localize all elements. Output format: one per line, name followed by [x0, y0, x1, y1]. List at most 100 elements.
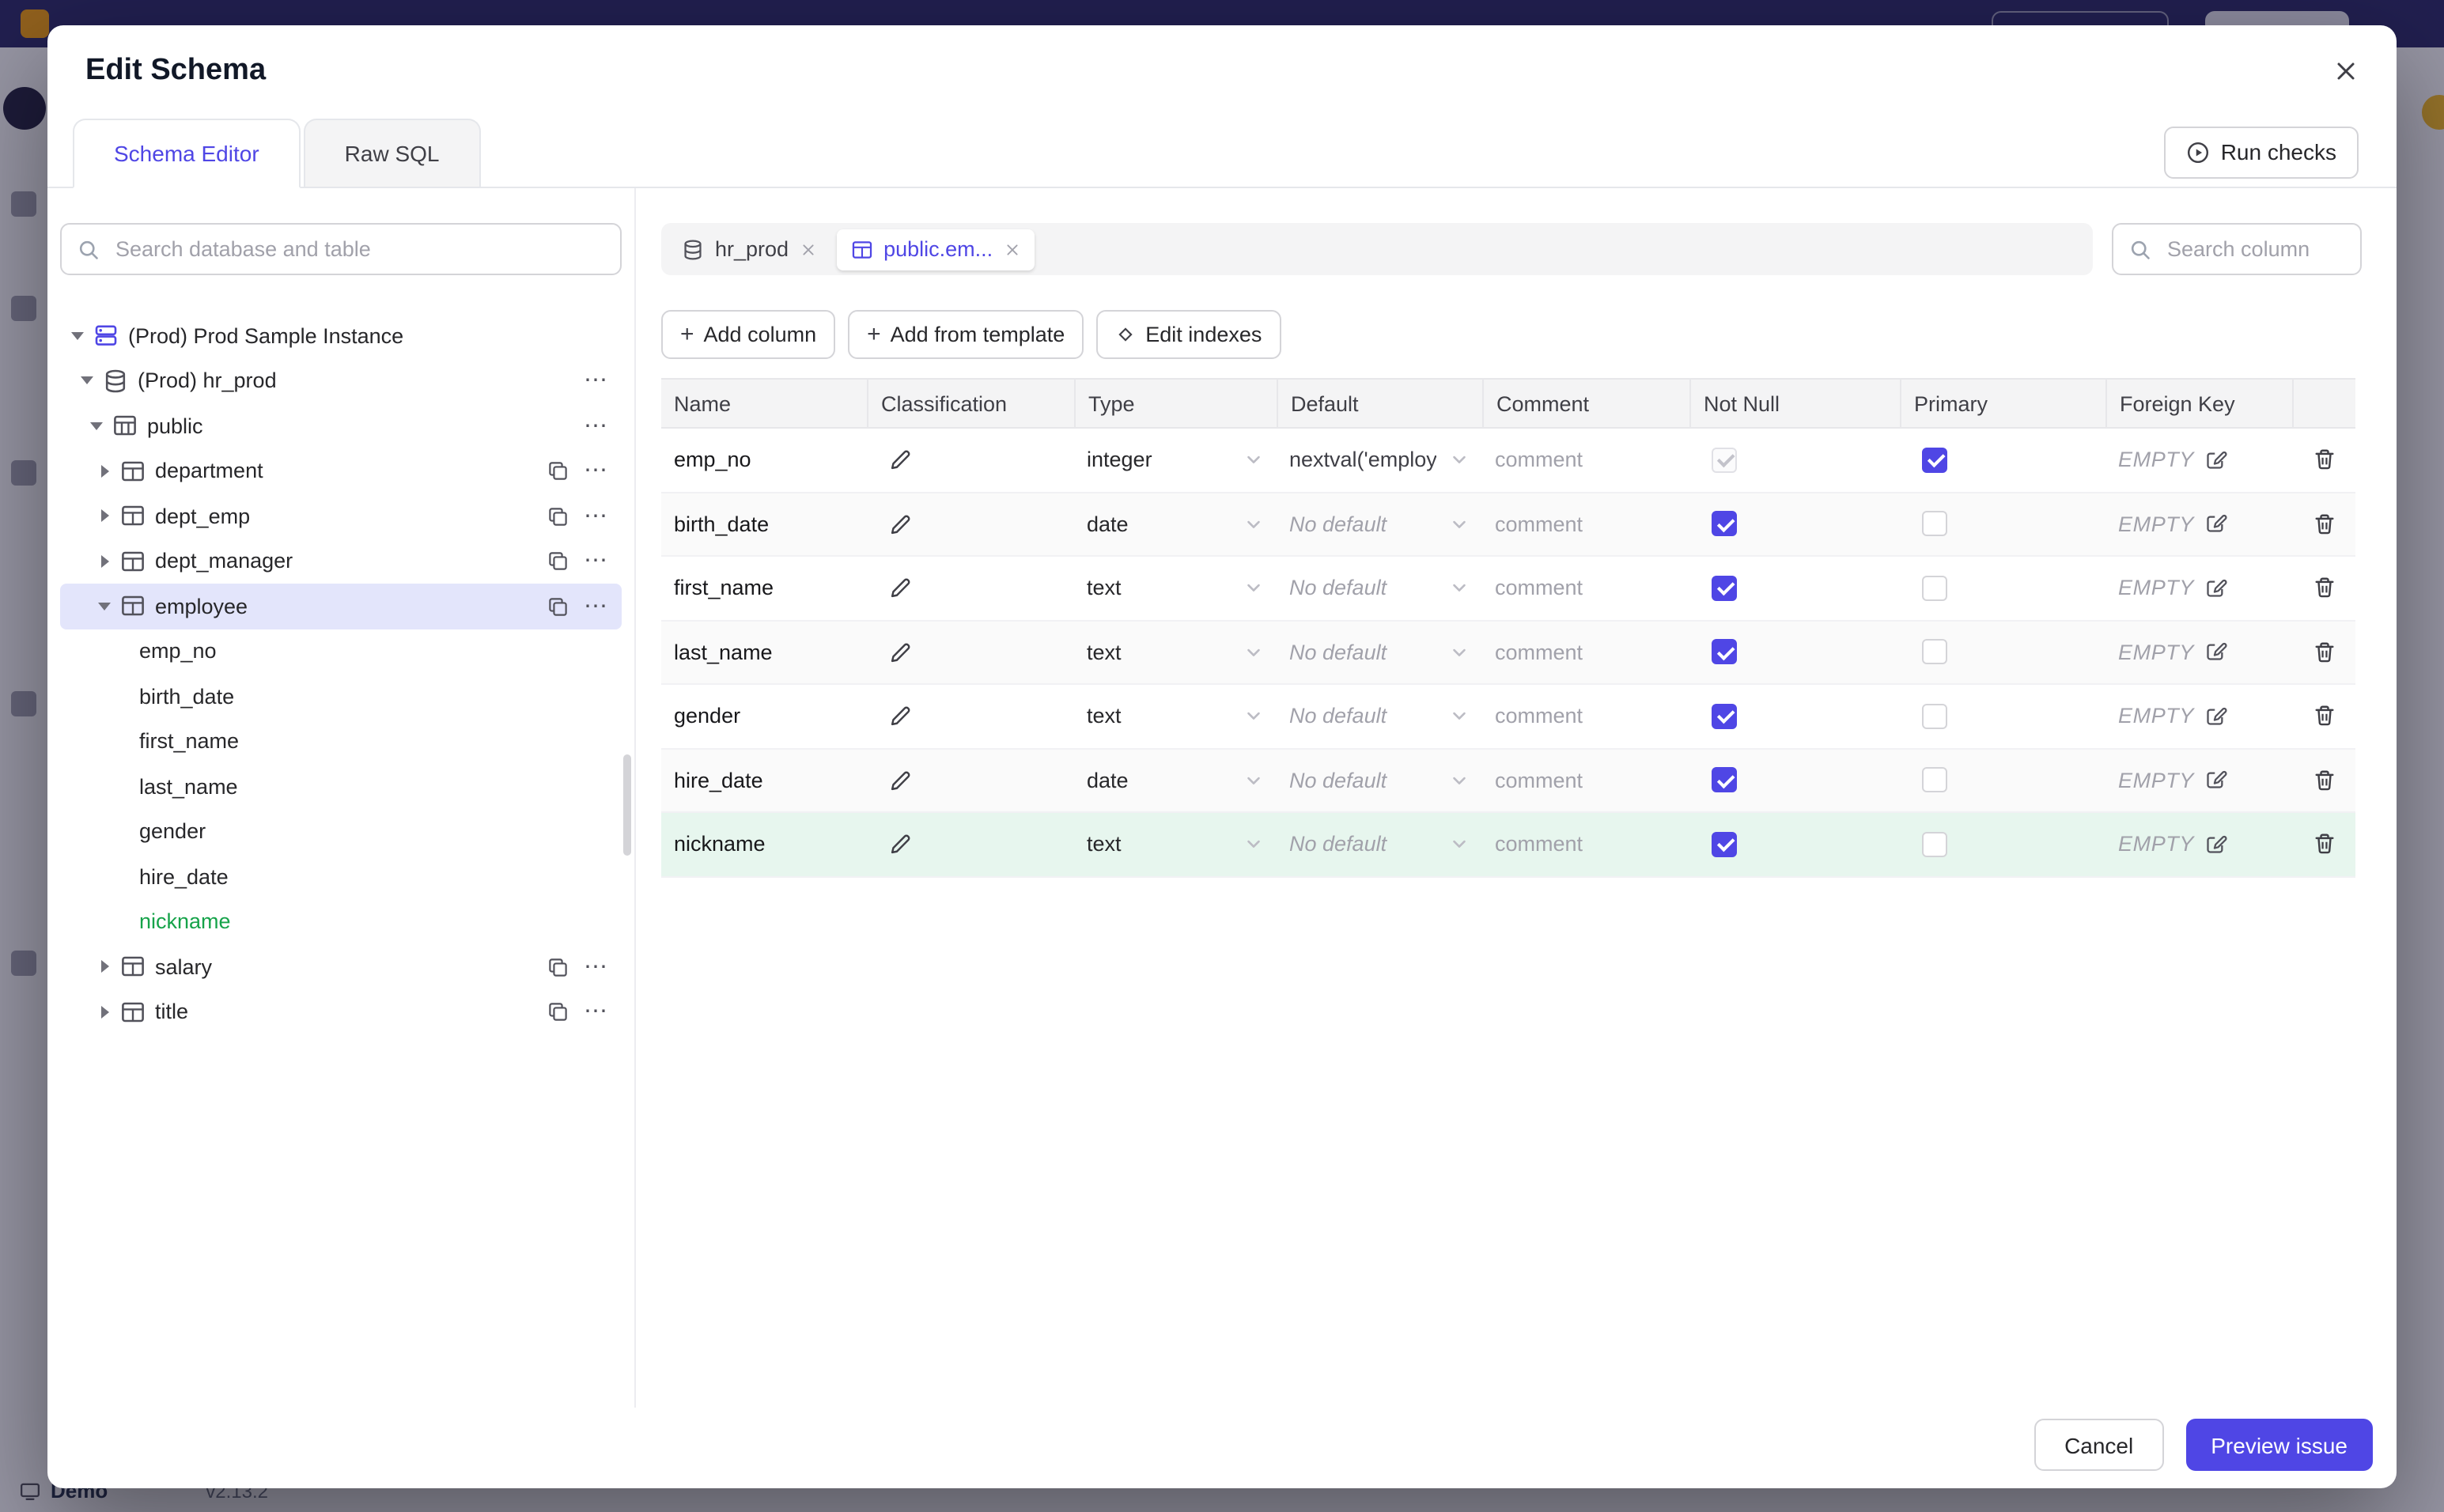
tree-node-column[interactable]: first_name: [60, 719, 622, 764]
tab-chip-table-active[interactable]: public.em...: [836, 229, 1035, 270]
caret-right-icon[interactable]: [93, 961, 115, 973]
not-null-checkbox[interactable]: [1712, 447, 1737, 473]
edit-foreign-key-icon[interactable]: [2205, 449, 2227, 471]
close-icon[interactable]: [2333, 59, 2359, 84]
comment-input[interactable]: comment: [1482, 493, 1689, 555]
primary-checkbox[interactable]: [1922, 447, 1947, 473]
type-select[interactable]: date: [1087, 769, 1264, 792]
caret-right-icon[interactable]: [93, 510, 115, 523]
pencil-icon[interactable]: [889, 769, 913, 792]
caret-right-icon[interactable]: [93, 465, 115, 478]
delete-column-icon[interactable]: [2312, 705, 2336, 728]
comment-input[interactable]: comment: [1482, 429, 1689, 491]
tree-node-table[interactable]: department ⋯: [60, 448, 622, 493]
cancel-button[interactable]: Cancel: [2034, 1419, 2164, 1471]
comment-input[interactable]: comment: [1482, 557, 1689, 619]
more-icon[interactable]: ⋯: [584, 459, 609, 483]
caret-down-icon[interactable]: [85, 422, 108, 430]
edit-foreign-key-icon[interactable]: [2205, 833, 2227, 856]
tree-node-table[interactable]: salary ⋯: [60, 944, 622, 989]
tab-schema-editor[interactable]: Schema Editor: [73, 119, 301, 188]
pencil-icon[interactable]: [889, 576, 913, 600]
tree-node-table[interactable]: title ⋯: [60, 989, 622, 1034]
edit-foreign-key-icon[interactable]: [2205, 769, 2227, 792]
primary-checkbox[interactable]: [1922, 511, 1947, 537]
more-icon[interactable]: ⋯: [584, 414, 609, 438]
not-null-checkbox[interactable]: [1712, 831, 1737, 857]
tree-node-column[interactable]: birth_date: [60, 674, 622, 719]
edit-indexes-button[interactable]: Edit indexes: [1096, 310, 1281, 359]
copy-icon[interactable]: [547, 595, 568, 617]
primary-checkbox[interactable]: [1922, 575, 1947, 601]
not-null-checkbox[interactable]: [1712, 511, 1737, 537]
type-select[interactable]: text: [1087, 705, 1264, 728]
pencil-icon[interactable]: [889, 641, 913, 664]
edit-foreign-key-icon[interactable]: [2205, 513, 2227, 535]
edit-foreign-key-icon[interactable]: [2205, 705, 2227, 728]
tree-node-database[interactable]: (Prod) hr_prod ⋯: [60, 358, 622, 403]
tree-node-table[interactable]: dept_emp ⋯: [60, 493, 622, 539]
primary-checkbox[interactable]: [1922, 639, 1947, 665]
default-select[interactable]: No default: [1289, 833, 1470, 856]
comment-input[interactable]: comment: [1482, 621, 1689, 683]
type-select[interactable]: integer: [1087, 448, 1264, 472]
not-null-checkbox[interactable]: [1712, 575, 1737, 601]
delete-column-icon[interactable]: [2312, 448, 2336, 472]
scrollbar-thumb[interactable]: [623, 754, 631, 856]
caret-right-icon[interactable]: [93, 1006, 115, 1019]
delete-column-icon[interactable]: [2312, 833, 2336, 856]
default-select[interactable]: No default: [1289, 641, 1470, 664]
copy-icon[interactable]: [547, 460, 568, 482]
pencil-icon[interactable]: [889, 512, 913, 536]
delete-column-icon[interactable]: [2312, 769, 2336, 792]
tree-node-column-new[interactable]: nickname: [60, 899, 622, 944]
comment-input[interactable]: comment: [1482, 813, 1689, 875]
copy-icon[interactable]: [547, 956, 568, 977]
more-icon[interactable]: ⋯: [584, 550, 609, 573]
tree-node-column[interactable]: gender: [60, 809, 622, 854]
delete-column-icon[interactable]: [2312, 641, 2336, 664]
tree-node-column[interactable]: emp_no: [60, 629, 622, 674]
pencil-icon[interactable]: [889, 448, 913, 472]
tree-node-instance[interactable]: (Prod) Prod Sample Instance: [60, 313, 622, 358]
copy-icon[interactable]: [547, 505, 568, 527]
type-select[interactable]: text: [1087, 576, 1264, 600]
copy-icon[interactable]: [547, 1001, 568, 1022]
tree-node-table[interactable]: dept_manager ⋯: [60, 539, 622, 584]
tree-node-column[interactable]: last_name: [60, 764, 622, 809]
more-icon[interactable]: ⋯: [584, 505, 609, 528]
close-tab-icon[interactable]: [1004, 241, 1020, 257]
preview-issue-button[interactable]: Preview issue: [2185, 1419, 2373, 1471]
type-select[interactable]: date: [1087, 512, 1264, 536]
tree-node-column[interactable]: hire_date: [60, 854, 622, 899]
comment-input[interactable]: comment: [1482, 749, 1689, 811]
caret-down-icon[interactable]: [66, 332, 89, 340]
edit-foreign-key-icon[interactable]: [2205, 577, 2227, 599]
more-icon[interactable]: ⋯: [584, 955, 609, 979]
delete-column-icon[interactable]: [2312, 512, 2336, 536]
caret-right-icon[interactable]: [93, 555, 115, 568]
pencil-icon[interactable]: [889, 705, 913, 728]
close-tab-icon[interactable]: [800, 241, 815, 257]
default-select[interactable]: No default: [1289, 705, 1470, 728]
not-null-checkbox[interactable]: [1712, 767, 1737, 793]
type-select[interactable]: text: [1087, 833, 1264, 856]
edit-foreign-key-icon[interactable]: [2205, 641, 2227, 663]
not-null-checkbox[interactable]: [1712, 639, 1737, 665]
tree-search-input[interactable]: [112, 236, 604, 263]
default-select[interactable]: No default: [1289, 576, 1470, 600]
more-icon[interactable]: ⋯: [584, 1000, 609, 1024]
delete-column-icon[interactable]: [2312, 576, 2336, 600]
pencil-icon[interactable]: [889, 833, 913, 856]
copy-icon[interactable]: [547, 550, 568, 572]
not-null-checkbox[interactable]: [1712, 703, 1737, 729]
run-checks-button[interactable]: Run checks: [2163, 126, 2359, 178]
default-select[interactable]: No default: [1289, 512, 1470, 536]
add-from-template-button[interactable]: + Add from template: [848, 310, 1084, 359]
tab-raw-sql[interactable]: Raw SQL: [303, 119, 481, 187]
default-select[interactable]: No default: [1289, 769, 1470, 792]
column-search-input[interactable]: [2164, 236, 2344, 263]
primary-checkbox[interactable]: [1922, 767, 1947, 793]
type-select[interactable]: text: [1087, 641, 1264, 664]
tab-chip-database[interactable]: hr_prod: [668, 229, 830, 270]
